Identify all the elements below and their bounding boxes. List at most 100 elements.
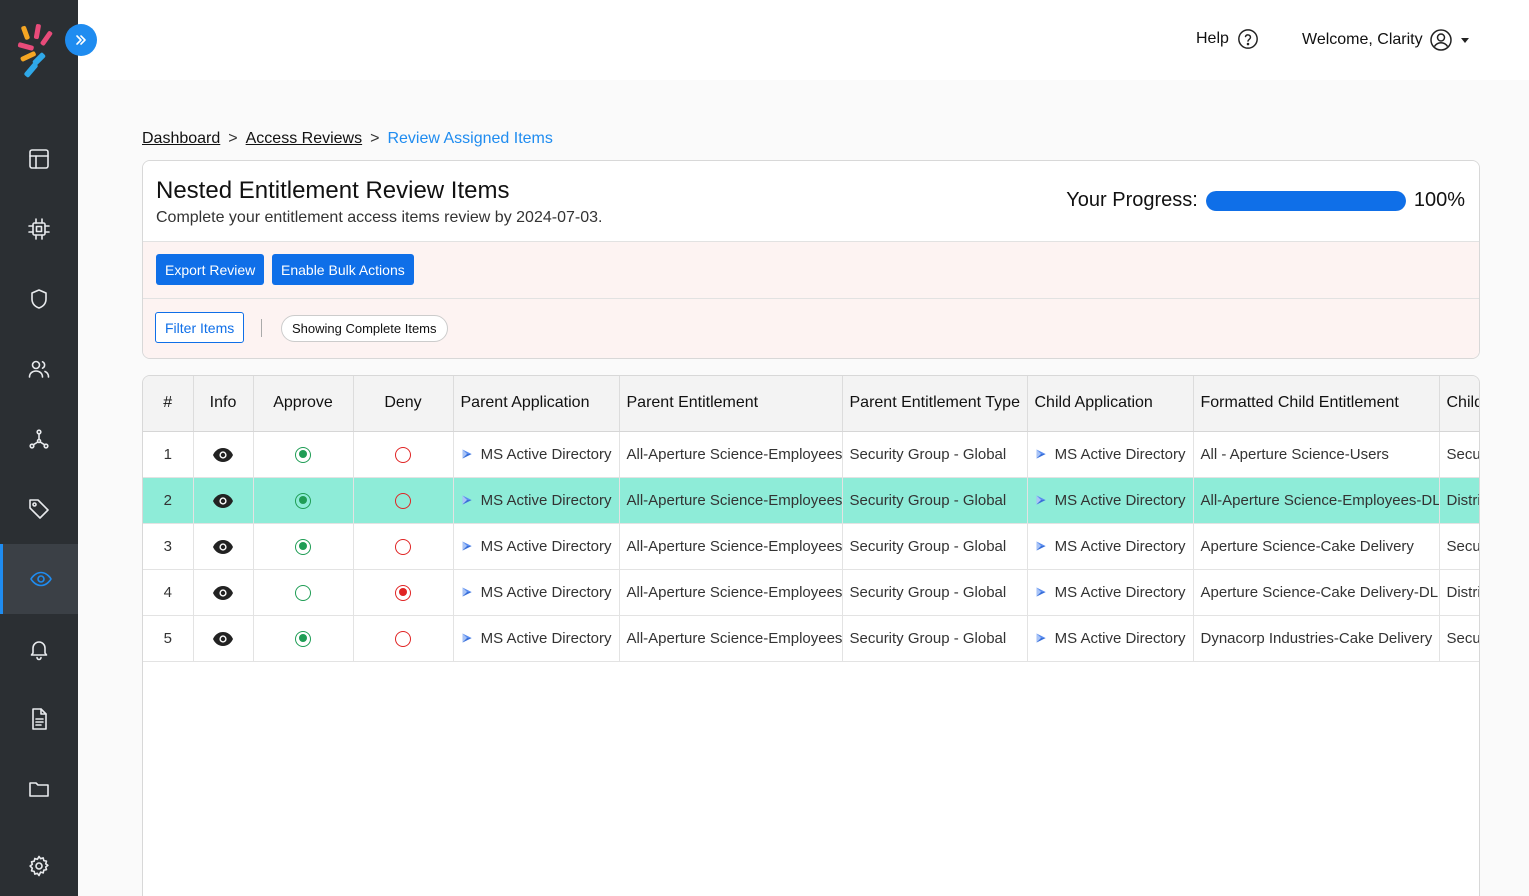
review-card: Nested Entitlement Review Items Complete… bbox=[142, 160, 1480, 359]
breadcrumb-separator: > bbox=[228, 130, 238, 147]
export-review-button[interactable]: Export Review bbox=[156, 254, 265, 285]
bell-icon bbox=[30, 641, 48, 661]
deny-radio[interactable] bbox=[395, 446, 411, 463]
approve-radio[interactable] bbox=[295, 584, 311, 601]
users-icon bbox=[28, 360, 50, 378]
column-header-parent-entitlement-type[interactable]: Parent Entitlement Type bbox=[842, 376, 1028, 432]
info-cell bbox=[193, 569, 254, 616]
user-menu[interactable]: Welcome, Clarity bbox=[1302, 28, 1469, 52]
app-logo[interactable] bbox=[14, 22, 58, 82]
progress-bar bbox=[1205, 190, 1406, 211]
gear-icon bbox=[29, 855, 49, 877]
sidebar-item-network[interactable] bbox=[0, 404, 78, 474]
view-details-icon[interactable] bbox=[213, 539, 233, 554]
active-directory-icon bbox=[1036, 449, 1046, 459]
parent-application-cell: MS Active Directory bbox=[453, 431, 620, 478]
sidebar-item-resources[interactable] bbox=[0, 194, 78, 264]
parent-entitlement-type-cell: Security Group - Global bbox=[842, 523, 1028, 570]
parent-entitlement-type-cell: Security Group - Global bbox=[842, 615, 1028, 662]
review-card-header: Nested Entitlement Review Items Complete… bbox=[143, 161, 1479, 242]
approve-radio[interactable] bbox=[295, 446, 311, 463]
active-directory-icon bbox=[1036, 541, 1046, 551]
column-header-child-application[interactable]: Child Application bbox=[1027, 376, 1194, 432]
deny-cell bbox=[353, 477, 454, 524]
formatted-child-entitlement-cell: Aperture Science-Cake Delivery-DL bbox=[1193, 569, 1440, 616]
column-header-number[interactable]: # bbox=[143, 376, 194, 432]
formatted-child-entitlement-cell: Aperture Science-Cake Delivery bbox=[1193, 523, 1440, 570]
parent-application-name: MS Active Directory bbox=[480, 629, 612, 647]
active-directory-icon bbox=[462, 587, 472, 597]
row-number: 4 bbox=[143, 569, 194, 616]
child-entitlement-type-cell: Distribution Group - Global bbox=[1439, 477, 1479, 524]
help-icon bbox=[1238, 29, 1258, 49]
sidebar-item-reports[interactable] bbox=[0, 684, 78, 754]
child-application-cell: MS Active Directory bbox=[1027, 431, 1194, 478]
column-header-child-entitlement-type[interactable]: Child Entitlement Type bbox=[1439, 376, 1479, 432]
row-number: 2 bbox=[143, 477, 194, 524]
filter-bar: Filter Items Showing Complete Items bbox=[143, 299, 1479, 358]
view-details-icon[interactable] bbox=[213, 447, 233, 462]
table-row[interactable]: 2 MS Active Directory All-Aperture Scien… bbox=[143, 477, 1479, 524]
active-directory-icon bbox=[1036, 495, 1046, 505]
approve-cell bbox=[253, 615, 354, 662]
approve-radio[interactable] bbox=[295, 538, 311, 555]
filter-items-button[interactable]: Filter Items bbox=[155, 312, 245, 343]
child-application-cell: MS Active Directory bbox=[1027, 569, 1194, 616]
view-details-icon[interactable] bbox=[213, 585, 233, 600]
sidebar-item-tags[interactable] bbox=[0, 474, 78, 544]
column-header-info[interactable]: Info bbox=[193, 376, 254, 432]
enable-bulk-actions-button[interactable]: Enable Bulk Actions bbox=[272, 254, 414, 285]
page-title: Nested Entitlement Review Items bbox=[156, 177, 510, 204]
info-cell bbox=[193, 477, 254, 524]
breadcrumb-separator: > bbox=[370, 130, 380, 147]
sidebar-item-settings[interactable] bbox=[0, 831, 78, 896]
sidebar-item-notifications[interactable] bbox=[0, 614, 78, 684]
child-entitlement-type-cell: Security Group - Global bbox=[1439, 615, 1479, 662]
sidebar bbox=[0, 0, 78, 896]
sidebar-item-reviews[interactable] bbox=[0, 544, 78, 614]
info-cell bbox=[193, 431, 254, 478]
sidebar-item-files[interactable] bbox=[0, 754, 78, 824]
formatted-child-entitlement-cell: All - Aperture Science-Users bbox=[1193, 431, 1440, 478]
deny-radio[interactable] bbox=[395, 630, 411, 647]
approve-radio[interactable] bbox=[295, 492, 311, 509]
deny-radio[interactable] bbox=[395, 492, 411, 509]
chevron-double-right-icon bbox=[76, 35, 86, 45]
expand-sidebar-button[interactable] bbox=[65, 24, 97, 56]
approve-cell bbox=[253, 477, 354, 524]
deny-cell bbox=[353, 523, 454, 570]
breadcrumb-access-reviews[interactable]: Access Reviews bbox=[246, 130, 362, 148]
approve-radio[interactable] bbox=[295, 630, 311, 647]
help-button[interactable]: Help bbox=[1196, 28, 1259, 50]
table-row[interactable]: 5 MS Active Directory All-Aperture Scien… bbox=[143, 615, 1479, 662]
divider bbox=[261, 319, 262, 337]
table-row[interactable]: 4 MS Active Directory All-Aperture Scien… bbox=[143, 569, 1479, 616]
column-header-deny[interactable]: Deny bbox=[353, 376, 454, 432]
sidebar-item-users[interactable] bbox=[0, 334, 78, 404]
view-details-icon[interactable] bbox=[213, 631, 233, 646]
column-header-parent-application[interactable]: Parent Application bbox=[453, 376, 620, 432]
sidebar-item-security[interactable] bbox=[0, 264, 78, 334]
column-header-approve[interactable]: Approve bbox=[253, 376, 354, 432]
child-application-name: MS Active Directory bbox=[1054, 629, 1186, 647]
breadcrumb-dashboard[interactable]: Dashboard bbox=[142, 130, 220, 148]
page-subtitle: Complete your entitlement access items r… bbox=[156, 209, 603, 226]
showing-complete-items-chip[interactable]: Showing Complete Items bbox=[281, 315, 448, 342]
folder-icon bbox=[29, 782, 49, 797]
deny-radio[interactable] bbox=[395, 538, 411, 555]
parent-application-cell: MS Active Directory bbox=[453, 523, 620, 570]
review-items-table: # Info Approve Deny Parent Application P… bbox=[143, 376, 1479, 662]
parent-application-name: MS Active Directory bbox=[480, 445, 612, 463]
review-items-table-container[interactable]: # Info Approve Deny Parent Application P… bbox=[142, 375, 1480, 896]
sidebar-item-dashboard[interactable] bbox=[0, 124, 78, 194]
parent-entitlement-cell: All-Aperture Science-Employees bbox=[619, 523, 843, 570]
table-row[interactable]: 3 MS Active Directory All-Aperture Scien… bbox=[143, 523, 1479, 570]
table-row[interactable]: 1 MS Active Directory All-Aperture Scien… bbox=[143, 431, 1479, 478]
column-header-formatted-child-entitlement[interactable]: Formatted Child Entitlement bbox=[1193, 376, 1440, 432]
progress-indicator: Your Progress: 100% bbox=[1066, 189, 1465, 212]
deny-radio[interactable] bbox=[395, 584, 411, 601]
parent-entitlement-cell: All-Aperture Science-Employees bbox=[619, 431, 843, 478]
view-details-icon[interactable] bbox=[213, 493, 233, 508]
child-application-cell: MS Active Directory bbox=[1027, 615, 1194, 662]
column-header-parent-entitlement[interactable]: Parent Entitlement bbox=[619, 376, 843, 432]
